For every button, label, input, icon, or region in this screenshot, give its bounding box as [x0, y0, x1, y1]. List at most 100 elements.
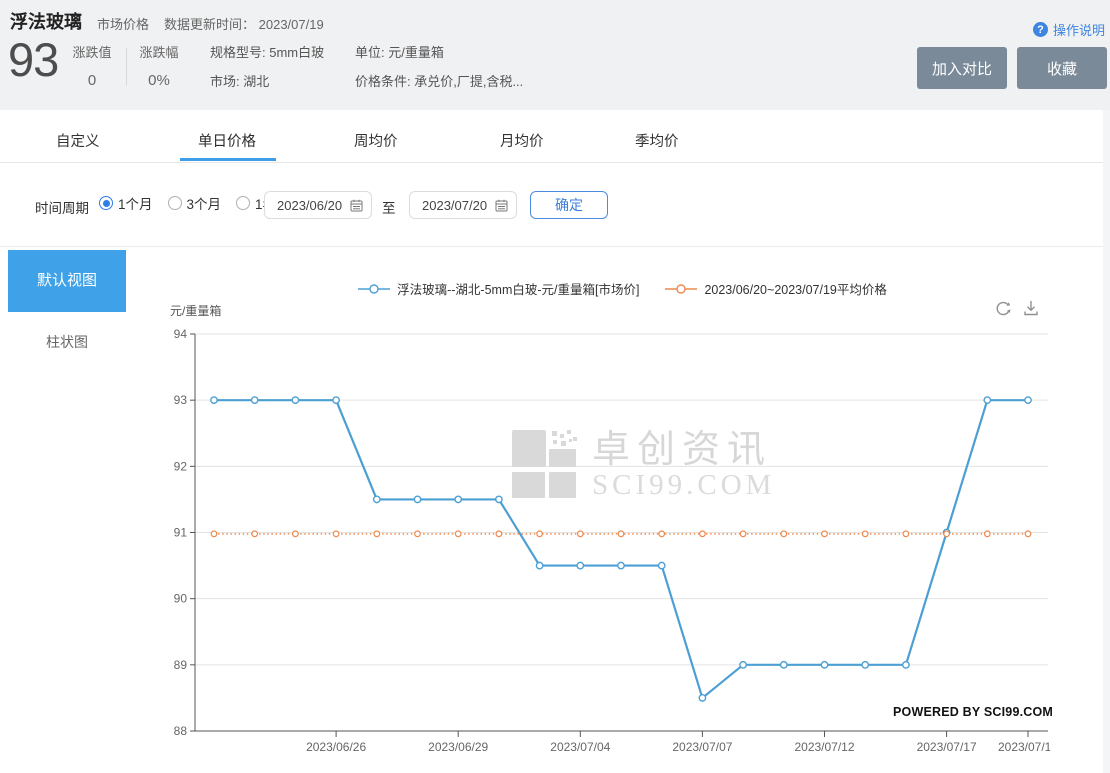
- help-link-label: 操作说明: [1053, 20, 1105, 39]
- average-point-marker: [985, 531, 991, 537]
- radio-unselected-icon: [236, 196, 250, 210]
- price-point-marker: [414, 496, 420, 502]
- category-label: 市场价格: [97, 14, 149, 33]
- average-point-marker: [1025, 531, 1031, 537]
- condition-label: 价格条件: 承兑价,厂提,含税...: [355, 71, 523, 90]
- average-point-marker: [903, 531, 909, 537]
- price-point-marker: [781, 662, 787, 668]
- change-value: 0: [70, 72, 114, 89]
- legend-line-marker-icon: [358, 284, 390, 294]
- radio-1-month[interactable]: 1个月: [99, 193, 153, 213]
- x-tick-label: 2023/06/26: [306, 740, 366, 754]
- spec-label: 规格型号: 5mm白玻: [210, 42, 324, 61]
- price-point-marker: [618, 562, 624, 568]
- average-point-marker: [944, 531, 950, 537]
- x-tick-label: 2023/07/17: [917, 740, 977, 754]
- average-point-marker: [374, 531, 380, 537]
- price-point-marker: [740, 662, 746, 668]
- y-tick-label: 90: [174, 592, 188, 606]
- tab-quarterly-avg[interactable]: 季均价: [635, 130, 679, 151]
- unit-label: 单位: 元/重量箱: [355, 42, 444, 61]
- x-tick-label: 2023/07/12: [794, 740, 854, 754]
- tab-daily-price[interactable]: 单日价格: [198, 130, 256, 151]
- price-point-marker: [374, 496, 380, 502]
- average-point-marker: [740, 531, 746, 537]
- calendar-icon: [350, 199, 363, 212]
- legend-line-marker-icon: [665, 284, 697, 294]
- y-tick-label: 91: [174, 526, 188, 540]
- help-link[interactable]: ? 操作说明: [1033, 20, 1105, 39]
- price-point-marker: [536, 562, 542, 568]
- tab-bar: 自定义 单日价格 周均价 月均价 季均价: [0, 110, 1110, 163]
- y-tick-label: 88: [174, 724, 188, 738]
- y-tick-label: 92: [174, 459, 188, 473]
- tab-weekly-avg[interactable]: 周均价: [354, 130, 398, 151]
- download-icon[interactable]: [1021, 298, 1041, 318]
- period-radio-group: 1个月3个月1年: [99, 193, 291, 213]
- radio-3-months[interactable]: 3个月: [168, 193, 222, 213]
- average-point-marker: [415, 531, 421, 537]
- price-point-marker: [496, 496, 502, 502]
- filter-bar: 时间周期 1个月3个月1年 2023/06/20 至 2023/07/20: [0, 163, 1110, 247]
- tab-custom[interactable]: 自定义: [56, 130, 100, 151]
- y-axis-unit-label: 元/重量箱: [170, 302, 221, 319]
- price-point-marker: [292, 397, 298, 403]
- question-icon: ?: [1033, 22, 1048, 37]
- average-point-marker: [537, 531, 543, 537]
- legend-item-average-price[interactable]: 2023/06/20~2023/07/19平均价格: [665, 279, 886, 298]
- page-title: 浮法玻璃: [10, 8, 82, 34]
- end-date-value: 2023/07/20: [422, 198, 487, 213]
- average-point-marker: [781, 531, 787, 537]
- price-point-marker: [903, 662, 909, 668]
- average-point-marker: [618, 531, 624, 537]
- header: 浮法玻璃 市场价格 数据更新时间： 2023/07/19 93 涨跌值 0 涨跌…: [0, 0, 1110, 110]
- calendar-icon: [495, 199, 508, 212]
- price-point-marker: [577, 562, 583, 568]
- legend-label: 2023/06/20~2023/07/19平均价格: [704, 279, 886, 298]
- price-point-marker: [659, 562, 665, 568]
- sidebar-item-bar-chart[interactable]: 柱状图: [8, 331, 126, 353]
- radio-label: 1个月: [118, 193, 153, 213]
- update-time: 数据更新时间： 2023/07/19: [164, 14, 324, 33]
- add-to-compare-button[interactable]: 加入对比: [917, 47, 1007, 89]
- average-point-marker: [211, 531, 217, 537]
- change-pct-stat: 涨跌幅 0%: [134, 42, 184, 89]
- average-point-marker: [659, 531, 665, 537]
- average-point-marker: [293, 531, 299, 537]
- price-point-marker: [984, 397, 990, 403]
- x-tick-label: 2023/07/04: [550, 740, 610, 754]
- page-scroll-gutter: [1103, 110, 1110, 773]
- radio-selected-icon: [99, 196, 113, 210]
- end-date-input[interactable]: 2023/07/20: [409, 191, 517, 219]
- tab-monthly-avg[interactable]: 月均价: [500, 130, 544, 151]
- change-stat: 涨跌值 0: [70, 42, 114, 89]
- refresh-icon[interactable]: [993, 298, 1013, 318]
- chart-area: 浮法玻璃--湖北-5mm白玻-元/重量箱[市场价] 2023/06/20~2023…: [135, 247, 1110, 773]
- y-tick-label: 89: [174, 658, 188, 672]
- price-point-marker: [333, 397, 339, 403]
- change-pct-label: 涨跌幅: [134, 42, 184, 61]
- change-pct-value: 0%: [134, 72, 184, 89]
- y-tick-label: 93: [174, 393, 188, 407]
- powered-by-label: POWERED BY SCI99.COM: [893, 705, 1053, 719]
- average-point-marker: [496, 531, 502, 537]
- sidebar-item-default-view[interactable]: 默认视图: [8, 250, 126, 312]
- price-series-line: [214, 400, 1028, 698]
- legend-label: 浮法玻璃--湖北-5mm白玻-元/重量箱[市场价]: [397, 279, 639, 298]
- y-tick-label: 94: [174, 327, 188, 341]
- average-point-marker: [578, 531, 584, 537]
- start-date-input[interactable]: 2023/06/20: [264, 191, 372, 219]
- confirm-button[interactable]: 确定: [530, 191, 608, 219]
- to-label: 至: [382, 197, 396, 217]
- x-tick-label: 2023/06/29: [428, 740, 488, 754]
- average-point-marker: [252, 531, 258, 537]
- chart-legend: 浮法玻璃--湖北-5mm白玻-元/重量箱[市场价] 2023/06/20~2023…: [135, 279, 1110, 298]
- average-point-marker: [333, 531, 339, 537]
- radio-label: 3个月: [187, 193, 222, 213]
- favorite-button[interactable]: 收藏: [1017, 47, 1107, 89]
- price-point-marker: [1025, 397, 1031, 403]
- price-point-marker: [252, 397, 258, 403]
- price-point-marker: [862, 662, 868, 668]
- legend-item-market-price[interactable]: 浮法玻璃--湖北-5mm白玻-元/重量箱[市场价]: [358, 279, 639, 298]
- x-tick-label: 2023/07/19: [998, 740, 1050, 754]
